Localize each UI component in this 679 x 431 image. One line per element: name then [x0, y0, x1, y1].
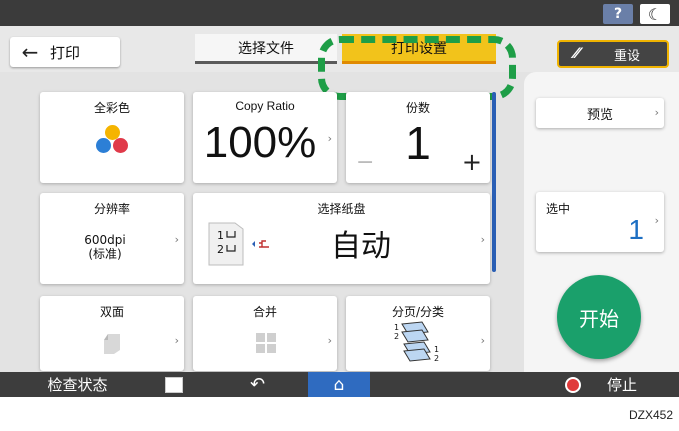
- reset-icon: ⁄⁄: [574, 46, 580, 62]
- duplex-tile[interactable]: 双面 ›: [40, 296, 184, 371]
- tab-select-file[interactable]: 选择文件: [195, 34, 337, 64]
- paper-tray-value: 自动: [331, 229, 391, 264]
- chevron-right-icon: ›: [174, 334, 179, 347]
- page-title: 打印: [50, 43, 81, 62]
- combine-title: 合并: [252, 305, 277, 319]
- svg-text:1: 1: [394, 323, 399, 332]
- reset-label: 重设: [613, 48, 640, 64]
- color-dot-red-icon: [113, 138, 128, 153]
- copy-ratio-tile[interactable]: Copy Ratio 100% ›: [193, 92, 337, 183]
- sort-tile[interactable]: 分页/分类 1 2 1 2 ›: [346, 296, 490, 371]
- tray-number-2: 2: [217, 243, 224, 256]
- tray-number-1: 1: [217, 229, 224, 242]
- back-arrow-icon: ←: [21, 40, 39, 64]
- stop-label: 停止: [606, 376, 637, 394]
- decrease-button[interactable]: −: [356, 150, 374, 175]
- copy-ratio-value: 100%: [203, 118, 317, 167]
- resolution-value: 600dpi (标准): [40, 233, 170, 261]
- help-button[interactable]: ?: [603, 4, 633, 24]
- return-button[interactable]: ↶: [230, 372, 285, 397]
- svg-text:2: 2: [434, 354, 439, 362]
- resolution-title: 分辨率: [93, 202, 130, 216]
- chevron-right-icon: ›: [327, 132, 332, 145]
- resolution-value-line1: 600dpi: [84, 233, 126, 247]
- scrollbar[interactable]: [492, 92, 496, 272]
- chevron-right-icon: ›: [480, 334, 485, 347]
- device-screen: ? ☾ ← 打印 选择文件 打印设置 ⁄⁄ 重设 全彩色 Copy Ratio …: [0, 0, 679, 397]
- chevron-right-icon: ›: [654, 106, 659, 119]
- stop-button[interactable]: 停止: [523, 372, 679, 397]
- check-status-button[interactable]: 检查状态: [0, 372, 155, 397]
- sort-icon: 1 2 1 2: [394, 321, 439, 362]
- reset-button[interactable]: ⁄⁄ 重设: [557, 40, 669, 68]
- selected-count-box[interactable]: 选中 1 ›: [536, 192, 664, 252]
- job-status-button[interactable]: [155, 372, 193, 397]
- combine-icon: [256, 333, 276, 353]
- duplex-title: 双面: [99, 305, 124, 319]
- back-button[interactable]: ← 打印: [10, 37, 120, 67]
- paper-tray-icon: 1 2: [208, 222, 269, 266]
- preview-label: 预览: [586, 107, 613, 123]
- copies-title: 份数: [405, 101, 430, 115]
- home-icon: ⌂: [333, 374, 345, 395]
- chevron-right-icon: ›: [174, 233, 179, 246]
- preview-button[interactable]: 预览 ›: [536, 98, 664, 128]
- copy-ratio-title: Copy Ratio: [235, 99, 295, 113]
- svg-text:2: 2: [394, 332, 399, 341]
- color-dot-blue-icon: [96, 138, 111, 153]
- stop-icon: [564, 376, 581, 393]
- return-icon: ↶: [249, 374, 266, 395]
- home-button[interactable]: ⌂: [308, 372, 370, 397]
- color-mode-title: 全彩色: [93, 101, 130, 115]
- duplex-icon: [104, 334, 120, 354]
- job-status-icon: [165, 376, 183, 393]
- color-mode-tile[interactable]: 全彩色: [40, 92, 184, 183]
- copies-tile[interactable]: 份数 1 − +: [346, 92, 490, 183]
- selected-label: 选中: [546, 202, 571, 216]
- resolution-tile[interactable]: 分辨率 600dpi (标准) ›: [40, 193, 184, 284]
- paper-tray-title: 选择纸盘: [317, 202, 366, 216]
- start-button[interactable]: 开始: [557, 275, 641, 359]
- figure-caption: DZX452: [628, 408, 673, 422]
- selected-count: 1: [628, 214, 644, 245]
- combine-tile[interactable]: 合并 ›: [193, 296, 337, 371]
- sort-title: 分页/分类: [391, 305, 445, 319]
- dark-mode-icon[interactable]: ☾: [640, 4, 670, 24]
- resolution-value-line2: (标准): [88, 247, 122, 261]
- svg-text:1: 1: [434, 345, 439, 354]
- increase-button[interactable]: +: [462, 148, 482, 176]
- top-status-bar: ? ☾: [0, 0, 679, 26]
- paper-tray-tile[interactable]: 选择纸盘 1 2 自动 ›: [193, 193, 490, 284]
- chevron-right-icon: ›: [654, 214, 659, 227]
- highlight-callout: [318, 36, 516, 100]
- chevron-right-icon: ›: [327, 334, 332, 347]
- bottom-bar: 检查状态 ↶ ⌂ 停止: [0, 372, 679, 397]
- chevron-right-icon: ›: [480, 233, 485, 246]
